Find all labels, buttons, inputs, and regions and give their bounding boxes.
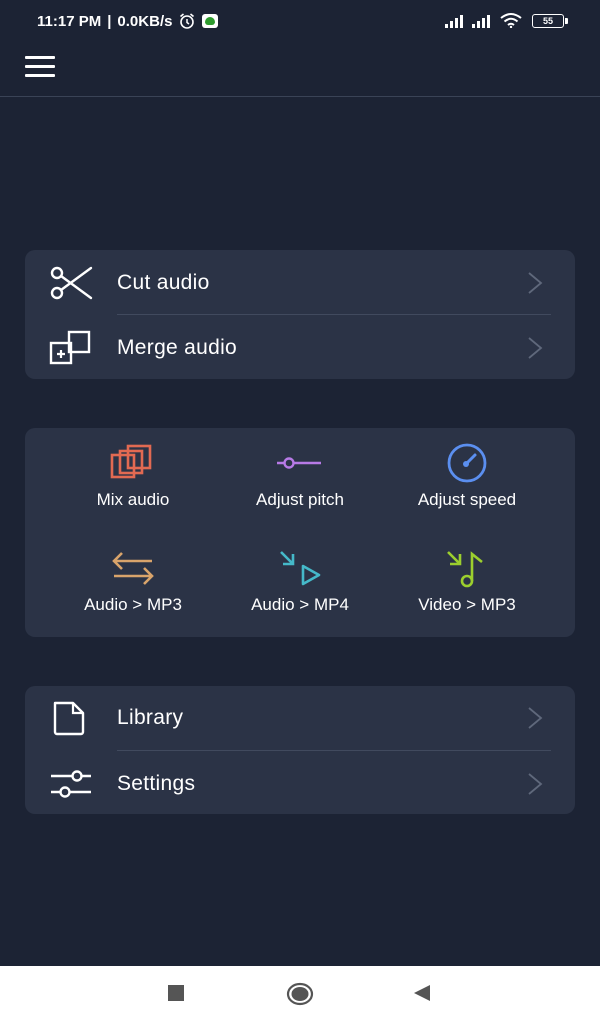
library-settings-card: Library Settings <box>25 686 575 814</box>
edit-card: Cut audio Merge audio <box>25 250 575 379</box>
tools-card: Mix audio Adjust pitch Adjust speed Audi… <box>25 428 575 637</box>
home-button-icon[interactable] <box>286 982 314 1006</box>
status-time: 11:17 PM <box>37 12 102 30</box>
video-to-mp3-tool[interactable]: Video > MP3 <box>382 548 552 628</box>
music-convert-icon <box>447 551 483 588</box>
library-label: Library <box>117 706 184 729</box>
header-divider <box>0 96 600 97</box>
alarm-icon <box>180 13 195 29</box>
adjust-speed-tool[interactable]: Adjust speed <box>382 443 552 523</box>
recents-button-icon[interactable] <box>166 983 186 1003</box>
back-button-icon[interactable] <box>412 983 432 1003</box>
settings-row[interactable]: Settings <box>25 752 575 817</box>
cut-audio-label: Cut audio <box>117 271 210 294</box>
chevron-right-icon <box>528 337 543 359</box>
merge-icon <box>49 330 91 365</box>
swap-arrows-icon <box>112 552 154 585</box>
library-row[interactable]: Library <box>25 686 575 751</box>
row-divider <box>117 750 551 751</box>
audio-to-mp3-label: Audio > MP3 <box>84 595 182 614</box>
status-left: 11:17 PM | 0.0KB/s <box>37 12 219 30</box>
pitch-icon <box>277 457 321 469</box>
mix-audio-tool[interactable]: Mix audio <box>48 443 218 523</box>
battery-icon: 55 <box>532 14 568 28</box>
adjust-pitch-label: Adjust pitch <box>256 490 344 509</box>
merge-audio-label: Merge audio <box>117 336 238 359</box>
signal-icon-2 <box>472 14 490 28</box>
video-to-mp3-label: Video > MP3 <box>418 595 516 614</box>
status-bar: 11:17 PM | 0.0KB/s 55 <box>0 0 600 44</box>
speedometer-icon <box>447 443 487 483</box>
status-separator: | <box>107 12 112 30</box>
hamburger-menu-icon[interactable] <box>25 56 55 78</box>
video-convert-icon <box>280 551 321 586</box>
audio-to-mp4-tool[interactable]: Audio > MP4 <box>215 548 385 628</box>
signal-icon <box>445 14 463 28</box>
scissors-icon <box>50 266 93 300</box>
chevron-right-icon <box>528 272 543 294</box>
network-speed: 0.0KB/s <box>117 12 173 30</box>
merge-audio-row[interactable]: Merge audio <box>25 316 575 381</box>
sliders-icon <box>51 770 91 798</box>
adjust-speed-label: Adjust speed <box>417 490 517 509</box>
wifi-icon <box>500 13 522 28</box>
mix-audio-label: Mix audio <box>96 490 170 509</box>
mix-icon <box>110 444 152 479</box>
chevron-right-icon <box>528 707 543 729</box>
settings-label: Settings <box>117 772 196 795</box>
chevron-right-icon <box>528 773 543 795</box>
audio-to-mp4-label: Audio > MP4 <box>251 595 349 614</box>
system-nav-bar <box>0 966 600 1024</box>
row-divider <box>117 314 551 315</box>
status-right: 55 <box>445 12 568 28</box>
adjust-pitch-tool[interactable]: Adjust pitch <box>215 443 385 523</box>
app-notification-icon <box>202 14 219 28</box>
file-icon <box>53 701 85 736</box>
cut-audio-row[interactable]: Cut audio <box>25 251 575 316</box>
audio-to-mp3-tool[interactable]: Audio > MP3 <box>48 548 218 628</box>
